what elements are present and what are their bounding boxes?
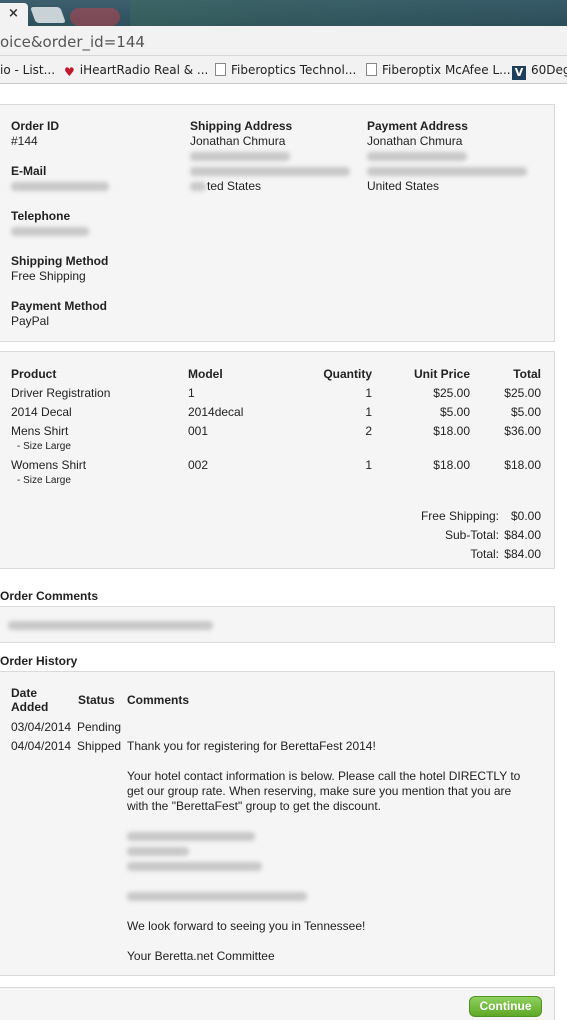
totals-value: $84.00 bbox=[504, 547, 541, 561]
col-header-status: Status bbox=[78, 693, 115, 707]
product-total: $18.00 bbox=[504, 458, 541, 472]
shipping-method-label: Shipping Method bbox=[11, 254, 109, 268]
history-status: Shipped bbox=[77, 739, 122, 753]
totals-value: $0.00 bbox=[510, 509, 541, 523]
v-logo-icon: V bbox=[512, 66, 526, 80]
product-model: 002 bbox=[188, 458, 209, 472]
history-comment-hotel-line: with the "BerettaFest" group to get the … bbox=[127, 799, 381, 813]
product-model: 1 bbox=[188, 386, 195, 400]
bookmark-label: Fiberoptix McAfee L... bbox=[382, 63, 511, 77]
product-option: - Size Large bbox=[17, 475, 71, 486]
history-comment-look-forward: We look forward to seeing you in Tenness… bbox=[127, 919, 366, 933]
bookmarks-bar: io - List... ♥ iHeartRadio Real & ... Fib… bbox=[0, 56, 567, 84]
bookmark-item[interactable]: Fiberoptix McAfee L... bbox=[366, 63, 511, 77]
col-header-unit-price: Unit Price bbox=[413, 367, 470, 381]
page-icon bbox=[215, 63, 226, 76]
order-id-label: Order ID bbox=[11, 119, 60, 133]
product-model: 001 bbox=[188, 424, 209, 438]
iheartradio-icon: ♥ bbox=[64, 65, 75, 79]
col-header-date-added: Date Added bbox=[11, 686, 49, 714]
product-name: 2014 Decal bbox=[11, 405, 72, 419]
history-date: 03/04/2014 bbox=[11, 720, 72, 734]
bookmark-item[interactable]: ♥ iHeartRadio Real & ... bbox=[64, 63, 208, 79]
product-quantity: 1 bbox=[365, 386, 372, 400]
telephone-value-redacted bbox=[11, 227, 89, 236]
payment-city-redacted bbox=[367, 167, 527, 176]
history-comment-hotel-line: Your hotel contact information is below.… bbox=[127, 769, 521, 783]
product-unit-price: $5.00 bbox=[439, 405, 470, 419]
bookmark-label: 60Deg bbox=[531, 63, 567, 77]
payment-street-redacted bbox=[367, 152, 467, 161]
totals-label: Total: bbox=[470, 547, 499, 561]
payment-address-label: Payment Address bbox=[367, 119, 468, 133]
order-comments-heading: Order Comments bbox=[0, 589, 99, 603]
shipping-name: Jonathan Chmura bbox=[190, 134, 286, 148]
address-bar[interactable]: oice&order_id=144 bbox=[0, 26, 567, 56]
shipping-address-label: Shipping Address bbox=[190, 119, 293, 133]
totals-label: Free Shipping: bbox=[420, 509, 499, 523]
bookmark-item[interactable]: V 60Deg bbox=[512, 63, 567, 80]
product-model: 2014decal bbox=[188, 405, 244, 419]
history-comment-thanks: Thank you for registering for BerettaFes… bbox=[127, 739, 376, 753]
product-unit-price: $25.00 bbox=[433, 386, 470, 400]
bookmark-label: io - List... bbox=[0, 63, 56, 77]
col-header-product: Product bbox=[11, 367, 57, 381]
product-name: Driver Registration bbox=[11, 386, 111, 400]
shipping-city-redacted bbox=[190, 167, 350, 176]
bookmark-label: iHeartRadio Real & ... bbox=[79, 63, 209, 77]
payment-method-label: Payment Method bbox=[11, 299, 108, 313]
page-icon bbox=[366, 63, 377, 76]
tabstrip-background bbox=[130, 0, 567, 26]
totals-value: $84.00 bbox=[504, 528, 541, 542]
hotel-name-redacted bbox=[127, 832, 255, 841]
continue-button[interactable]: Continue bbox=[469, 996, 542, 1017]
product-name: Mens Shirt bbox=[11, 424, 69, 438]
payment-method-value: PayPal bbox=[11, 314, 50, 328]
bookmark-label: Fiberoptics Technol... bbox=[231, 63, 357, 77]
tab-decoration bbox=[70, 8, 120, 26]
shipping-country: ted States bbox=[207, 179, 262, 193]
bookmark-item[interactable]: io - List... bbox=[0, 63, 55, 77]
totals-label: Sub-Total: bbox=[444, 528, 499, 542]
shipping-street-redacted bbox=[190, 152, 290, 161]
history-status: Pending bbox=[77, 720, 122, 734]
col-header-quantity: Quantity bbox=[323, 367, 372, 381]
telephone-label: Telephone bbox=[11, 209, 71, 223]
url-text[interactable]: oice&order_id=144 bbox=[0, 33, 145, 51]
bookmark-item[interactable]: Fiberoptics Technol... bbox=[215, 63, 356, 77]
product-name: Womens Shirt bbox=[11, 458, 87, 472]
product-unit-price: $18.00 bbox=[433, 424, 470, 438]
product-quantity: 1 bbox=[365, 405, 372, 419]
product-unit-price: $18.00 bbox=[433, 458, 470, 472]
product-quantity: 2 bbox=[365, 424, 372, 438]
product-total: $25.00 bbox=[504, 386, 541, 400]
order-id-value: #144 bbox=[11, 134, 38, 148]
product-quantity: 1 bbox=[365, 458, 372, 472]
history-date: 04/04/2014 bbox=[11, 739, 72, 753]
col-header-model: Model bbox=[188, 367, 223, 381]
email-label: E-Mail bbox=[11, 164, 47, 178]
product-option: - Size Large bbox=[17, 441, 71, 452]
close-icon[interactable]: × bbox=[8, 6, 19, 21]
shipping-country-redacted bbox=[190, 182, 206, 191]
hotel-street-redacted bbox=[127, 847, 189, 856]
order-history-heading: Order History bbox=[0, 654, 78, 668]
email-value-redacted bbox=[11, 182, 109, 191]
order-comment-redacted bbox=[8, 621, 213, 630]
product-total: $36.00 bbox=[504, 424, 541, 438]
payment-name: Jonathan Chmura bbox=[367, 134, 463, 148]
new-tab-button[interactable] bbox=[30, 7, 66, 23]
product-total: $5.00 bbox=[510, 405, 541, 419]
col-header-comments: Comments bbox=[127, 693, 190, 707]
history-comment-signature: Your Beretta.net Committee bbox=[127, 949, 275, 963]
browser-tabstrip: × bbox=[0, 0, 567, 26]
col-header-total: Total bbox=[513, 367, 541, 381]
history-comment-hotel-line: get our group rate. When reserving, make… bbox=[127, 784, 512, 798]
payment-country: United States bbox=[367, 179, 440, 193]
hotel-phone-redacted bbox=[127, 892, 307, 901]
hotel-city-redacted bbox=[127, 862, 262, 871]
shipping-method-value: Free Shipping bbox=[11, 269, 86, 283]
